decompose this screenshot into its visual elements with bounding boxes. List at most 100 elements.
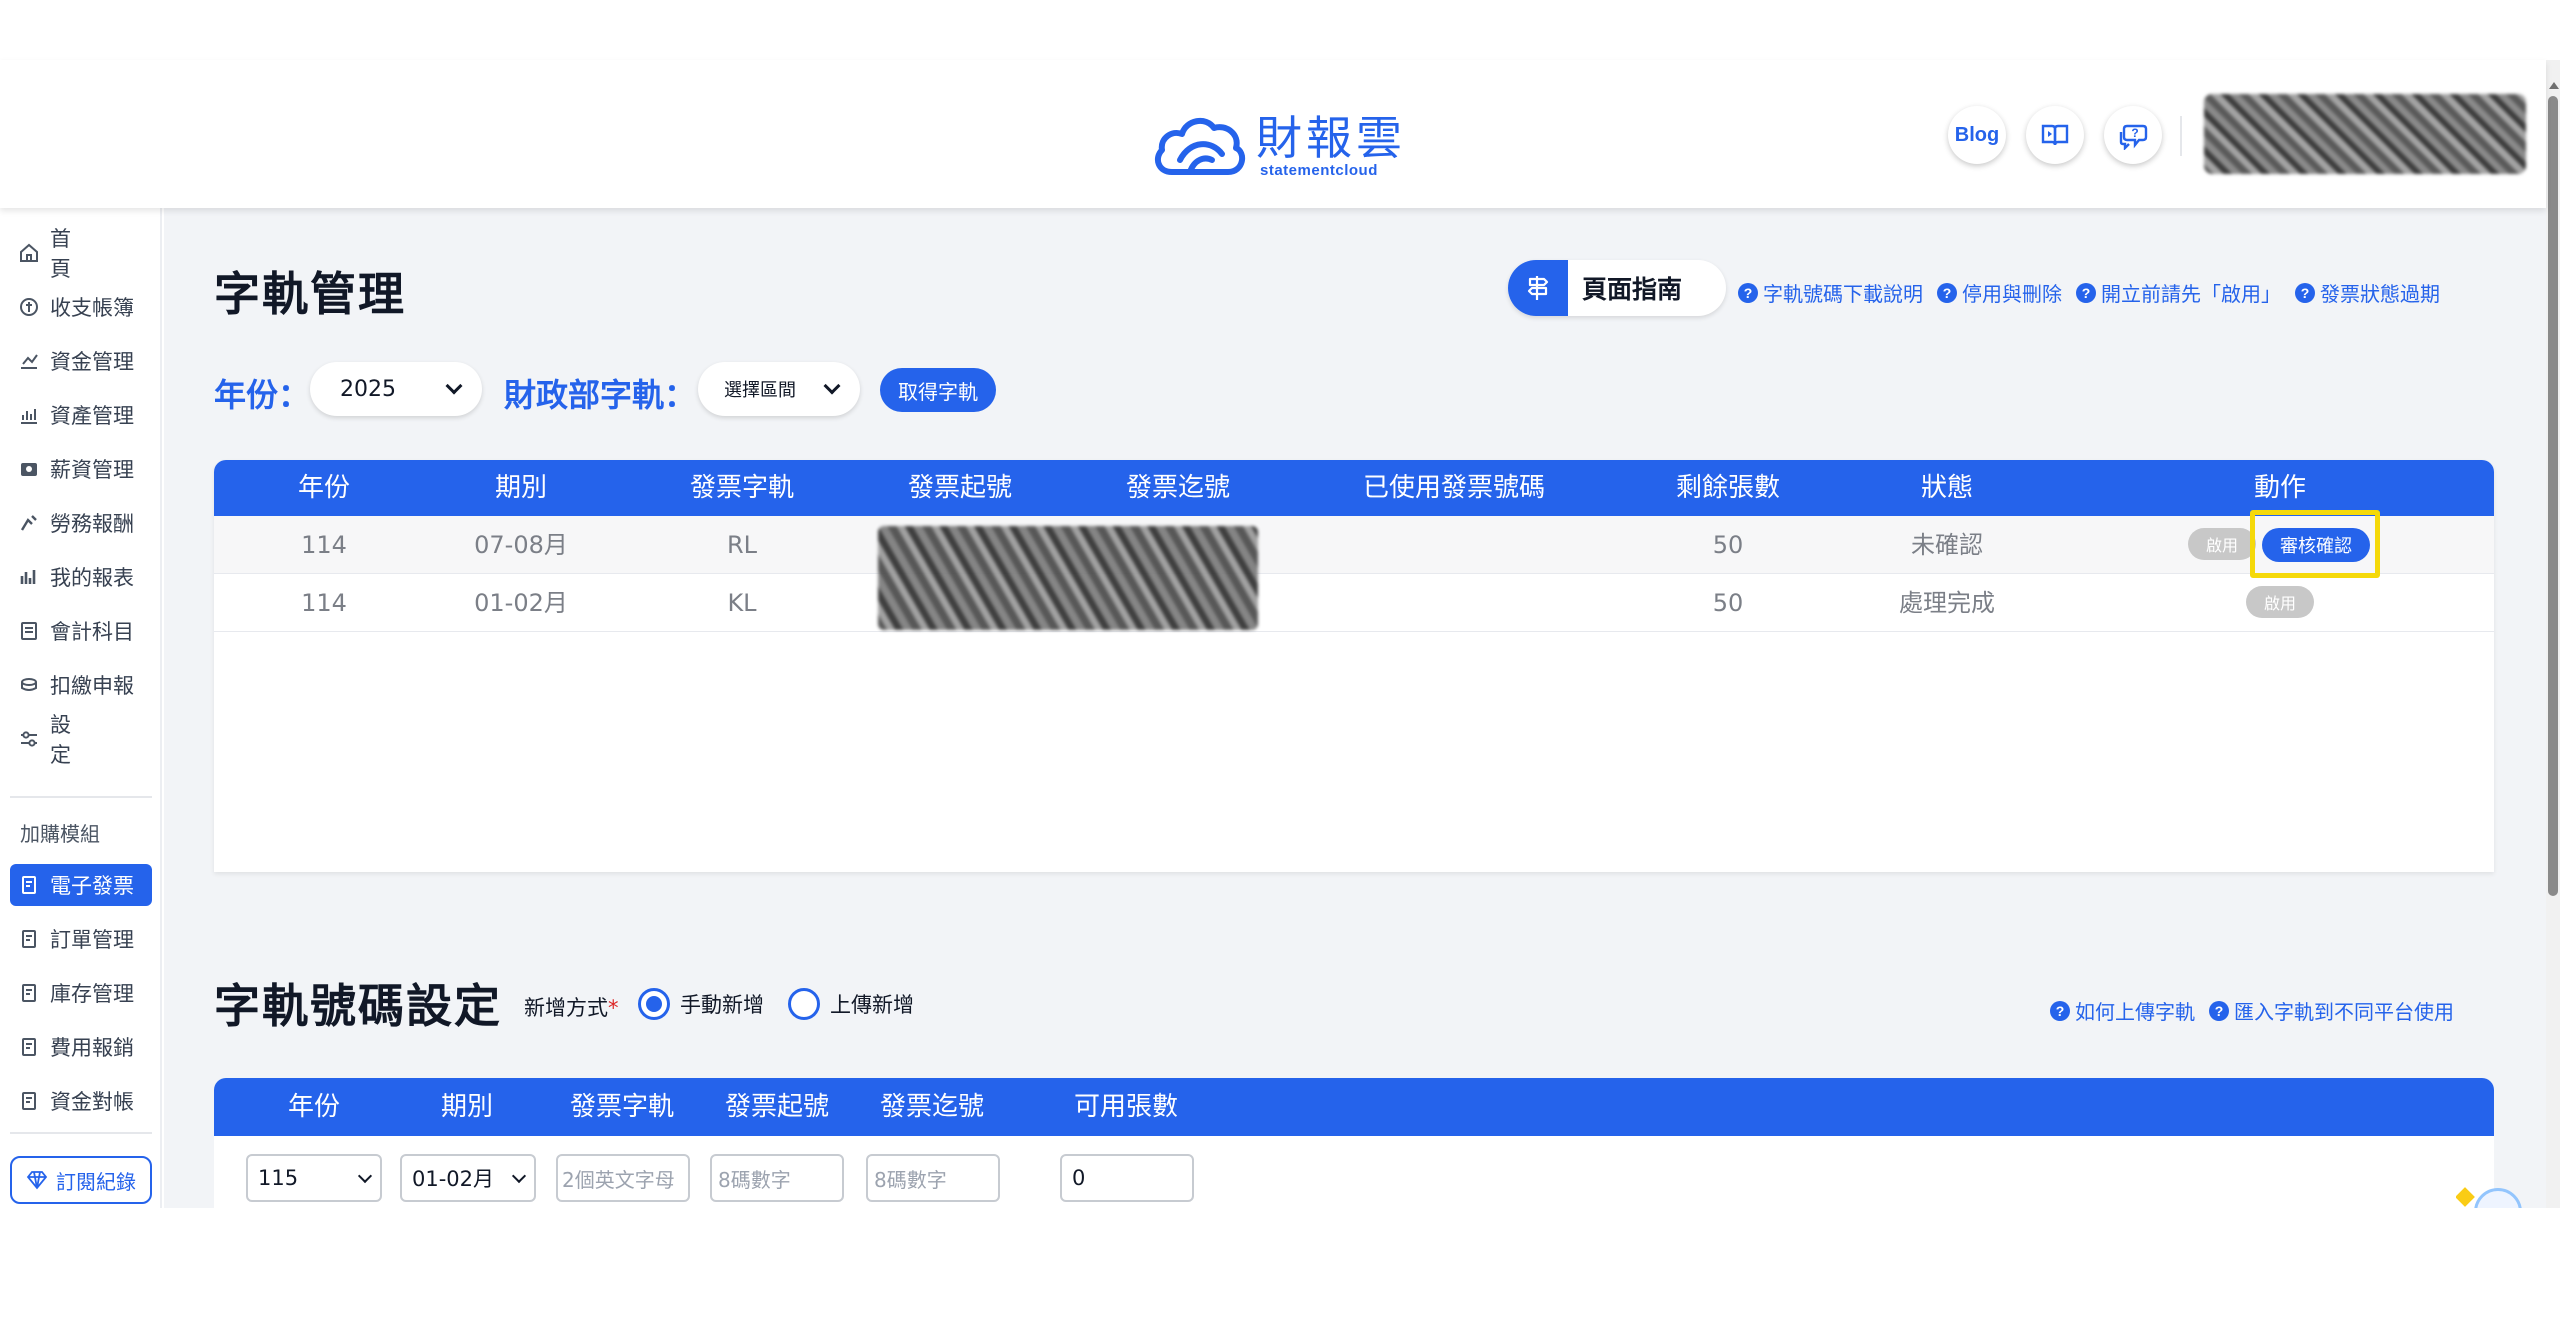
chat-question-icon: ? <box>2119 124 2148 150</box>
cell-status: 處理完成 <box>1899 589 1995 617</box>
user-profile-redacted[interactable] <box>2204 94 2526 174</box>
sidebar-item-label: 扣繳申報 <box>50 674 134 698</box>
sidebar-module-expense[interactable]: 費用報銷 <box>10 1026 152 1068</box>
sidebar-item-label: 資金管理 <box>50 350 134 374</box>
account-icon <box>21 622 37 640</box>
chevron-down-icon <box>511 1168 527 1184</box>
chevron-down-icon <box>445 377 463 395</box>
sidebar-item-home[interactable]: 首 頁 <box>10 227 152 281</box>
logo[interactable]: 財報雲 statementcloud <box>1150 104 1406 188</box>
sidebar-item-settings[interactable]: 設 定 <box>10 713 152 767</box>
subscription-record-button[interactable]: 訂閱紀錄 <box>10 1156 152 1204</box>
signpost-icon <box>1527 276 1549 300</box>
top-header: 財報雲 statementcloud Blog ? <box>0 60 2546 208</box>
blog-button[interactable]: Blog <box>1948 106 2006 164</box>
sidebar-item-labor[interactable]: 勞務報酬 <box>10 502 152 544</box>
video-guide-button[interactable] <box>2026 106 2084 164</box>
cell-year: 114 <box>301 589 347 617</box>
asset-chart-icon <box>21 409 37 424</box>
question-icon: ? <box>2295 282 2315 303</box>
end-number-input[interactable]: 8碼數字 <box>866 1154 1000 1202</box>
help-link-download[interactable]: ? 字軌號碼下載說明 <box>1738 278 1923 307</box>
table-row: 114 01-02月 KL 50 處理完成 啟用 <box>214 574 2494 632</box>
cell-track: RL <box>726 531 758 559</box>
track-input[interactable]: 2個英文字母 <box>556 1154 690 1202</box>
sidebar-module-inventory[interactable]: 庫存管理 <box>10 972 152 1014</box>
logo-title: 財報雲 <box>1256 111 1406 165</box>
scrollbar-thumb[interactable] <box>2548 96 2558 896</box>
question-icon: ? <box>2050 1000 2070 1021</box>
column-header: 期別 <box>494 473 548 503</box>
year-select-value: 2025 <box>340 376 396 402</box>
sidebar-divider <box>10 1132 152 1134</box>
page-guide-label: 頁面指南 <box>1582 275 1683 304</box>
sidebar-item-label: 薪資管理 <box>50 458 134 482</box>
column-header: 發票迄號 <box>879 1092 985 1122</box>
period-select-value: 選擇區間 <box>724 380 796 401</box>
sidebar-item-label: 收支帳簿 <box>50 296 134 320</box>
module-doc-icon <box>22 1092 36 1110</box>
question-icon: ? <box>2209 1000 2229 1021</box>
column-header: 發票字軌 <box>689 473 795 503</box>
scroll-up-arrow-icon[interactable] <box>2549 82 2559 89</box>
sidebar-item-assets[interactable]: 資產管理 <box>10 394 152 436</box>
cell-status: 未確認 <box>1911 531 1983 559</box>
help-link-disable-delete[interactable]: ? 停用與刪除 <box>1937 278 2062 307</box>
salary-icon <box>21 463 37 476</box>
cell-period: 01-02月 <box>474 589 568 617</box>
enable-button[interactable]: 啟用 <box>2246 586 2314 618</box>
setting-input-row: 115 01-02月 2個英文字母 8碼數字 8碼數字 0 <box>214 1136 2494 1208</box>
year-select[interactable]: 2025 <box>310 362 482 416</box>
chevron-down-icon <box>357 1168 373 1184</box>
sidebar-item-salary[interactable]: 薪資管理 <box>10 448 152 490</box>
sidebar-item-accounts[interactable]: 會計科目 <box>10 610 152 652</box>
chevron-down-icon <box>823 377 841 395</box>
module-doc-icon <box>22 876 36 894</box>
help-link-expired[interactable]: ? 發票狀態過期 <box>2295 278 2440 307</box>
fetch-track-button[interactable]: 取得字軌 <box>880 368 996 412</box>
logo-subtitle: statementcloud <box>1260 162 1378 179</box>
question-icon: ? <box>2076 282 2096 303</box>
page-title: 字軌管理 <box>214 267 406 321</box>
funds-icon <box>21 354 38 369</box>
start-number-input[interactable]: 8碼數字 <box>710 1154 844 1202</box>
radio-upload-add[interactable]: 上傳新增 <box>788 988 914 1020</box>
sidebar-item-withholding[interactable]: 扣繳申報 <box>10 664 152 706</box>
help-link-how-upload[interactable]: ? 如何上傳字軌 <box>2050 996 2195 1025</box>
subscription-label: 訂閱紀錄 <box>56 1169 136 1194</box>
period-select[interactable]: 選擇區間 <box>698 362 860 416</box>
year-dropdown[interactable]: 115 <box>246 1154 382 1202</box>
year-label: 年份： <box>214 376 311 414</box>
radio-manual-add[interactable]: 手動新增 <box>638 988 764 1020</box>
section-title: 字軌號碼設定 <box>214 979 502 1033</box>
redacted-invoice-numbers <box>878 526 1258 630</box>
enable-button[interactable]: 啟用 <box>2188 528 2256 560</box>
cloud-logo-icon <box>1154 117 1246 175</box>
sidebar-module-reconcile[interactable]: 資金對帳 <box>10 1080 152 1122</box>
period-dropdown[interactable]: 01-02月 <box>400 1154 536 1202</box>
sidebar-item-label: 會計科目 <box>50 620 134 644</box>
sidebar-item-label: 首 頁 <box>50 227 101 281</box>
sidebar-module-einvoice[interactable]: 電子發票 <box>10 864 152 906</box>
column-header: 剩餘張數 <box>1675 473 1781 503</box>
module-doc-icon <box>22 930 36 948</box>
module-doc-icon <box>22 1038 36 1056</box>
setting-table-header: 年份 期別 發票字軌 發票起號 發票迄號 可用張數 <box>214 1078 2494 1136</box>
assistant-chat-icon[interactable] <box>2456 1186 2526 1208</box>
settings-icon <box>21 731 37 747</box>
report-icon <box>20 570 36 584</box>
page-guide-button[interactable]: 頁面指南 <box>1508 260 1726 316</box>
help-chat-button[interactable]: ? <box>2104 106 2162 164</box>
sidebar-item-label: 庫存管理 <box>50 982 134 1006</box>
cell-period: 07-08月 <box>474 531 568 559</box>
sidebar-item-ledger[interactable]: 收支帳簿 <box>10 286 152 328</box>
available-count-input[interactable]: 0 <box>1060 1154 1194 1202</box>
sidebar-item-reports[interactable]: 我的報表 <box>10 556 152 598</box>
svg-text:?: ? <box>2131 126 2138 140</box>
sidebar-item-funds[interactable]: 資金管理 <box>10 340 152 382</box>
help-link-import-platforms[interactable]: ? 匯入字軌到不同平台使用 <box>2209 996 2454 1025</box>
diamond-icon <box>26 1171 48 1190</box>
question-icon: ? <box>1738 282 1758 303</box>
sidebar-module-orders[interactable]: 訂單管理 <box>10 918 152 960</box>
help-link-enable-first[interactable]: ? 開立前請先「啟用」 <box>2076 278 2281 307</box>
